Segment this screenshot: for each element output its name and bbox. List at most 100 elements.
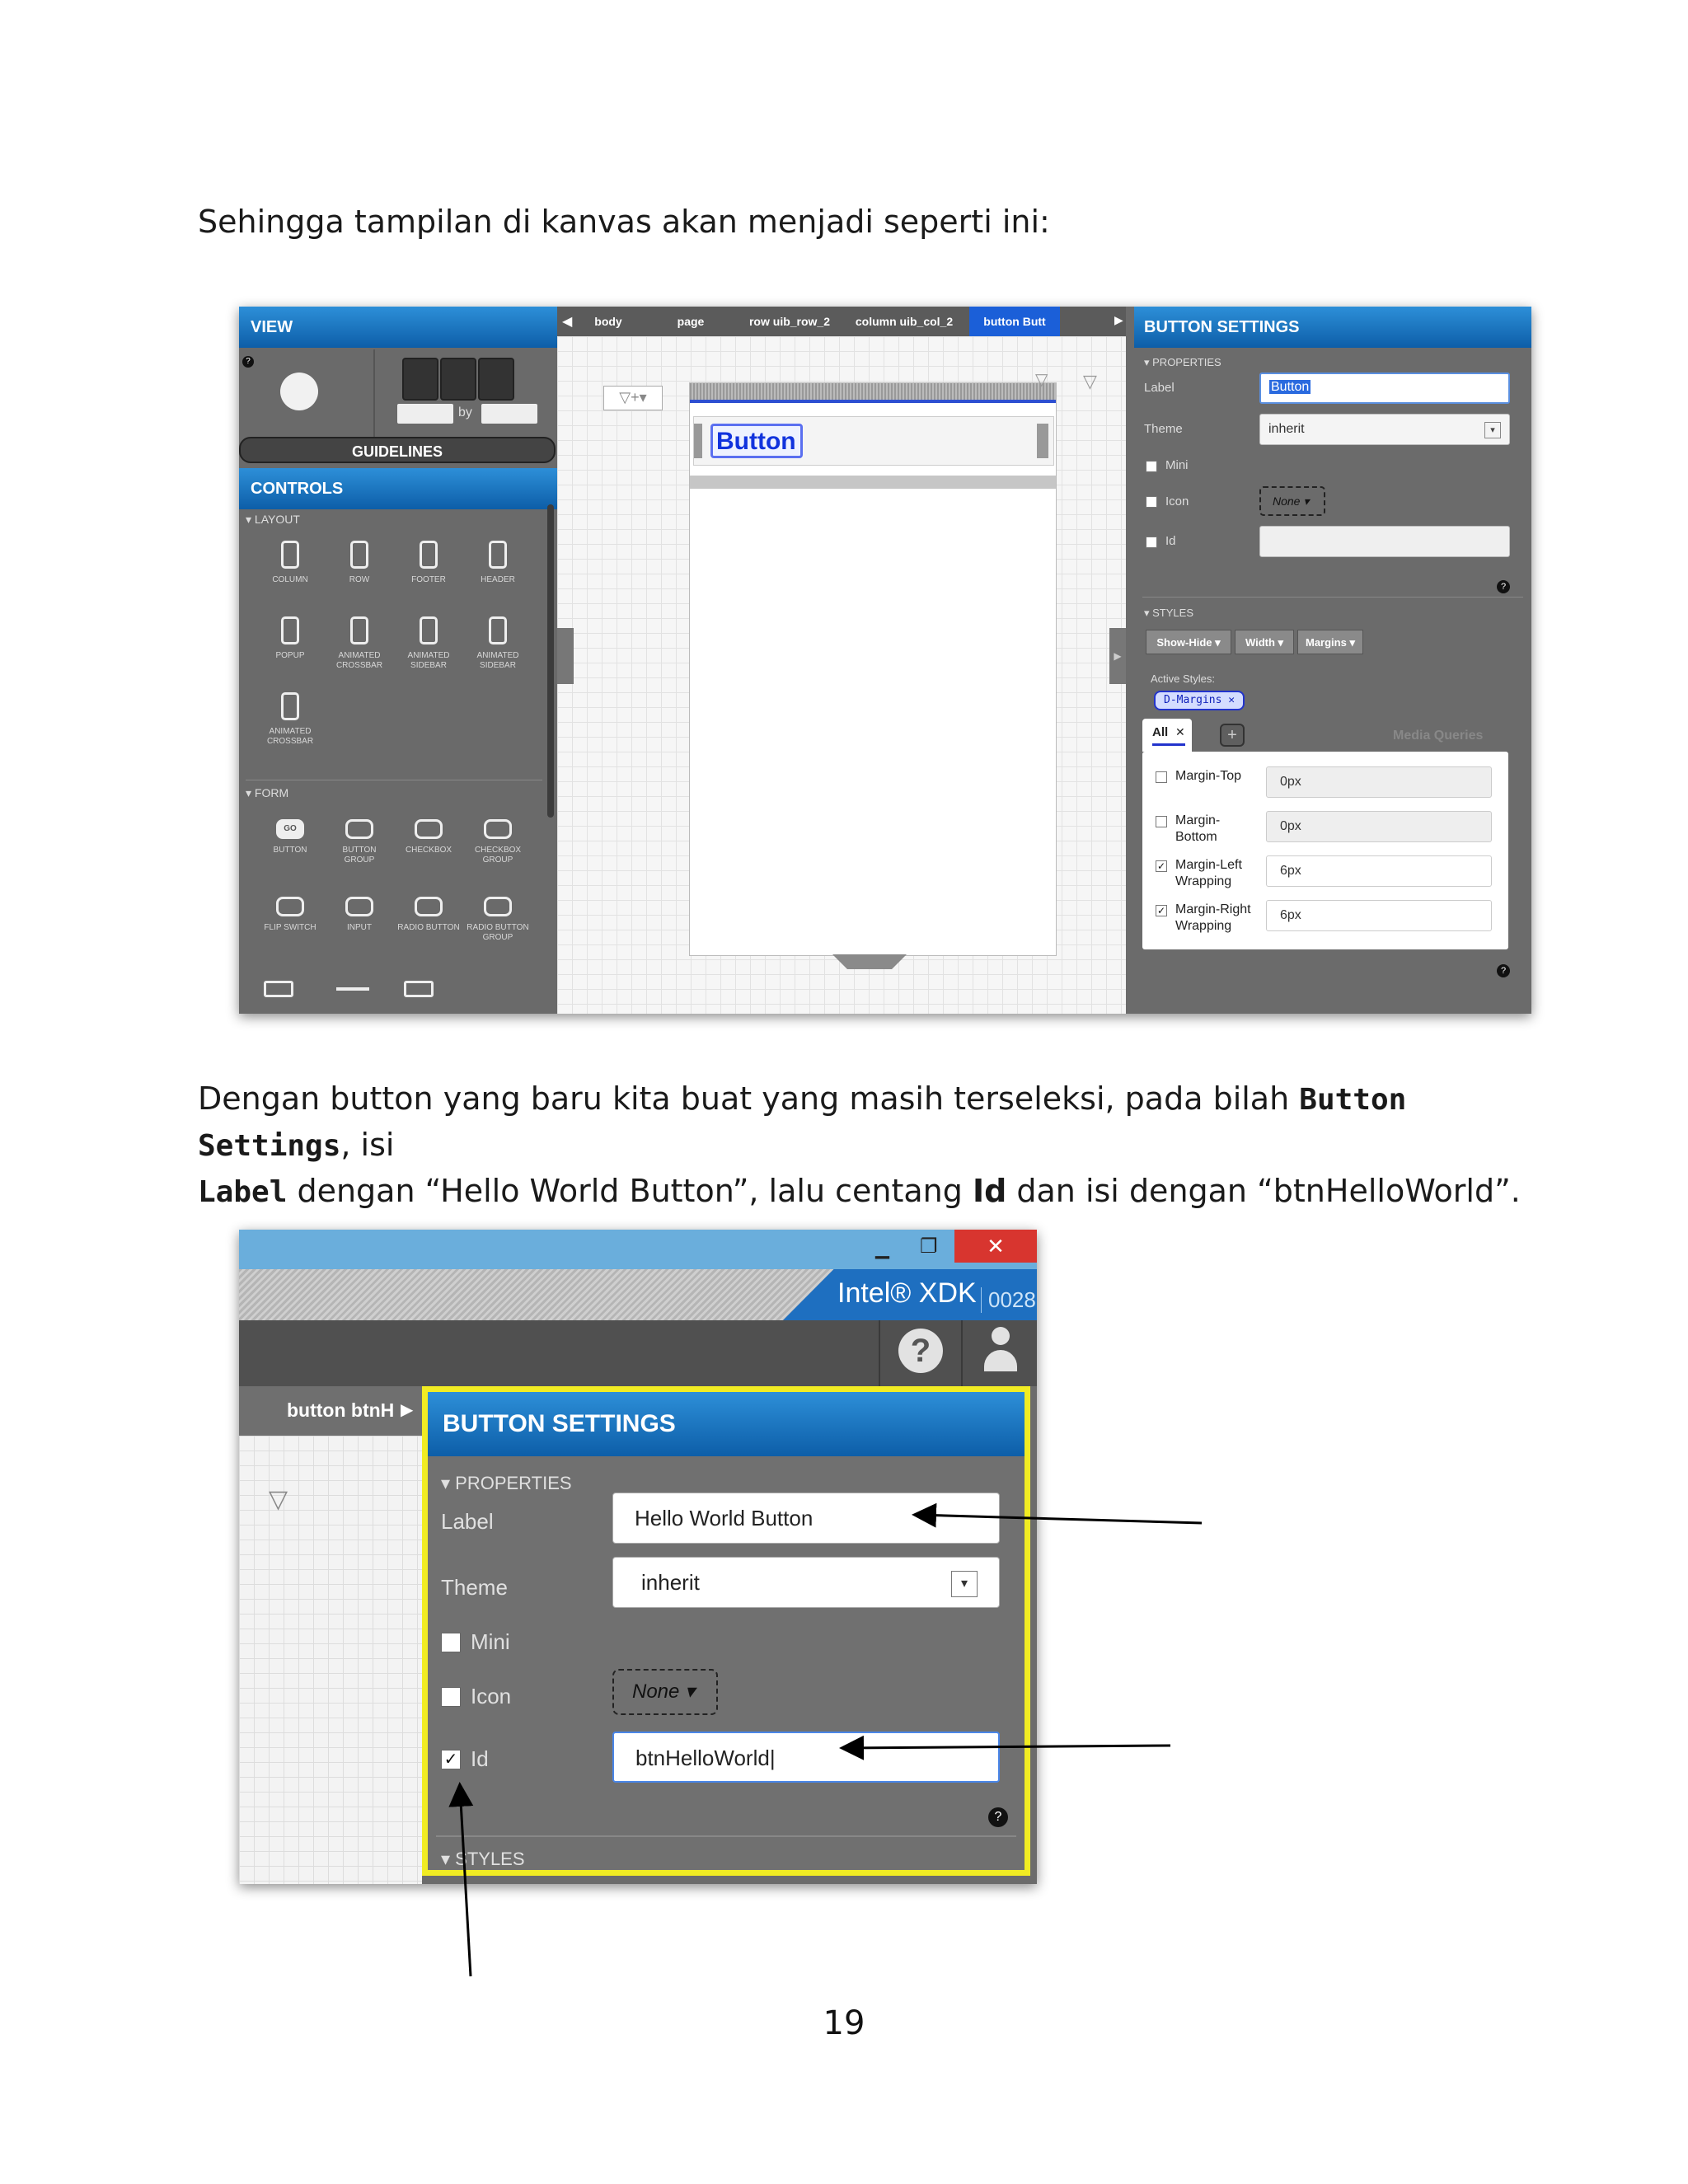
canvas-grid[interactable]: ▽ — [239, 1436, 422, 1884]
margin-value-field[interactable]: 0px — [1266, 766, 1492, 798]
breadcrumb-item[interactable]: row uib_row_2 — [740, 307, 839, 336]
theme-select[interactable]: inherit ▾ — [1259, 414, 1510, 445]
style-button-show-hide[interactable]: Show-Hide ▾ — [1146, 630, 1231, 654]
breadcrumb-item[interactable]: page — [653, 307, 729, 336]
properties-help-icon[interactable]: ? — [1497, 580, 1510, 593]
properties-help-icon[interactable]: ? — [988, 1807, 1008, 1827]
layout-section[interactable]: ▾ LAYOUT — [246, 513, 300, 527]
control-label: CHECKBOX GROUP — [474, 846, 522, 865]
add-element-dropdown[interactable]: ▽+▾ — [603, 386, 663, 410]
margin-checkbox[interactable] — [1156, 771, 1167, 783]
restore-icon[interactable]: ❐ — [920, 1235, 938, 1258]
close-tab-icon[interactable]: ✕ — [1175, 725, 1185, 739]
add-tab-icon[interactable]: + — [1220, 724, 1245, 747]
margin-value-field[interactable]: 6px — [1266, 855, 1492, 887]
icon-select[interactable]: None ▾ — [1259, 486, 1325, 516]
active-style-tag[interactable]: D-Margins ✕ — [1154, 691, 1245, 710]
width-input[interactable] — [397, 404, 453, 424]
control-checkbox[interactable]: CHECKBOX — [396, 819, 462, 855]
mobile-page[interactable]: Button — [689, 382, 1057, 956]
margin-value-field[interactable]: 0px — [1266, 811, 1492, 842]
margin-value-field[interactable]: 6px — [1266, 900, 1492, 931]
icon-select[interactable]: None ▾ — [612, 1669, 718, 1715]
control-label: ANIMATED SIDEBAR — [407, 651, 450, 670]
slider-control-icon[interactable] — [336, 987, 369, 991]
styles-section[interactable]: ▾ STYLES — [1144, 607, 1193, 620]
control-footer[interactable]: FOOTER — [396, 541, 462, 585]
control-row[interactable]: ROW — [326, 541, 392, 585]
label-field[interactable]: Button — [1259, 373, 1510, 404]
help-icon[interactable]: ? — [242, 356, 254, 368]
textarea-control-icon[interactable] — [404, 981, 434, 997]
styles-help-icon[interactable]: ? — [1497, 964, 1510, 977]
id-field[interactable]: btnHelloWorld| — [612, 1732, 1000, 1783]
control-checkbox-group[interactable]: CHECKBOX GROUP — [465, 819, 531, 865]
design-canvas[interactable]: ◀ body page row uib_row_2 column uib_col_2 b… — [557, 307, 1126, 1014]
minimize-icon[interactable]: ▁ — [875, 1238, 889, 1259]
canvas-button[interactable]: Button — [710, 424, 803, 458]
breadcrumb-item[interactable]: button Butt — [969, 307, 1060, 336]
id-checkbox[interactable]: ✓ — [441, 1750, 461, 1769]
id-field[interactable] — [1259, 526, 1510, 557]
guidelines-button[interactable]: GUIDELINES — [239, 437, 556, 463]
properties-section[interactable]: ▾ PROPERTIES — [1144, 356, 1221, 369]
rotate-device-icon[interactable] — [280, 373, 318, 410]
select-control-icon[interactable] — [264, 981, 293, 997]
control-animated-sidebar[interactable]: ANIMATED SIDEBAR — [396, 616, 462, 671]
icon-checkbox[interactable] — [441, 1687, 461, 1707]
controls-scrollbar[interactable] — [547, 504, 554, 818]
remove-tag-icon[interactable]: ✕ — [1228, 694, 1235, 706]
control-popup[interactable]: POPUP — [257, 616, 323, 661]
margin-checkbox[interactable] — [1156, 816, 1167, 827]
control-button[interactable]: GO BUTTON — [257, 819, 323, 855]
form-section-label: FORM — [254, 786, 289, 799]
breadcrumb-forward-icon[interactable]: ▶ — [401, 1399, 413, 1420]
breadcrumb-item[interactable]: button btnH — [287, 1399, 394, 1422]
tablet-device-icon[interactable] — [478, 358, 514, 401]
row-container[interactable]: Button — [693, 416, 1054, 466]
styles-section[interactable]: ▾ STYLES — [441, 1849, 525, 1870]
form-section[interactable]: ▾ FORM — [246, 786, 288, 800]
label-field[interactable]: Hello World Button — [612, 1493, 1000, 1544]
style-button-margins[interactable]: Margins ▾ — [1297, 630, 1363, 654]
control-animated-sidebar[interactable]: ANIMATED SIDEBAR — [465, 616, 531, 671]
canvas-button-label: Button — [716, 428, 796, 455]
outer-collapse-icon[interactable]: ▽ — [1083, 371, 1097, 392]
help-icon[interactable]: ? — [898, 1329, 943, 1373]
user-icon[interactable] — [982, 1327, 1019, 1375]
theme-select[interactable]: inherit ▾ — [612, 1557, 1000, 1608]
style-button-width[interactable]: Width ▾ — [1235, 630, 1294, 654]
control-radio-button-group[interactable]: RADIO BUTTON GROUP — [465, 897, 531, 943]
control-animated-crossbar[interactable]: ANIMATED CROSSBAR — [326, 616, 392, 671]
tablet-small-device-icon[interactable] — [440, 358, 476, 401]
input-icon — [345, 897, 373, 916]
right-panel-toggle[interactable]: ▶ — [1109, 628, 1126, 684]
mini-checkbox[interactable] — [1146, 461, 1157, 472]
control-animated-crossbar[interactable]: ANIMATED CROSSBAR — [257, 692, 323, 747]
id-checkbox[interactable] — [1146, 537, 1157, 548]
control-button-group[interactable]: BUTTON GROUP — [326, 819, 392, 865]
close-window-button[interactable]: ✕ — [954, 1230, 1037, 1263]
breadcrumb-item[interactable]: body — [575, 307, 641, 336]
control-input[interactable]: INPUT — [326, 897, 392, 933]
animated-sidebar-icon — [420, 616, 438, 644]
control-flip-switch[interactable]: FLIP SWITCH — [257, 897, 323, 933]
phone-device-icon[interactable] — [402, 358, 438, 401]
properties-section[interactable]: ▾ PROPERTIES — [441, 1473, 572, 1494]
page-collapse-icon[interactable]: ▽ — [1035, 369, 1048, 390]
breadcrumb-back-icon[interactable]: ◀ — [562, 313, 572, 330]
collapse-icon[interactable]: ▽ — [269, 1485, 288, 1514]
tab-all[interactable]: All ✕ — [1142, 719, 1192, 752]
control-radio-button[interactable]: RADIO BUTTON — [396, 897, 462, 933]
height-input[interactable] — [481, 404, 537, 424]
breadcrumb-forward-icon[interactable]: ▶ — [1114, 313, 1123, 327]
mini-checkbox[interactable] — [441, 1633, 461, 1652]
margin-checkbox[interactable]: ✓ — [1156, 860, 1167, 872]
icon-checkbox[interactable] — [1146, 496, 1157, 508]
left-panel-toggle[interactable] — [557, 628, 574, 684]
margin-checkbox[interactable]: ✓ — [1156, 905, 1167, 916]
page-bottom-handle[interactable] — [832, 954, 907, 969]
control-header[interactable]: HEADER — [465, 541, 531, 585]
control-column[interactable]: COLUMN — [257, 541, 323, 585]
breadcrumb-item[interactable]: column uib_col_2 — [851, 307, 958, 336]
